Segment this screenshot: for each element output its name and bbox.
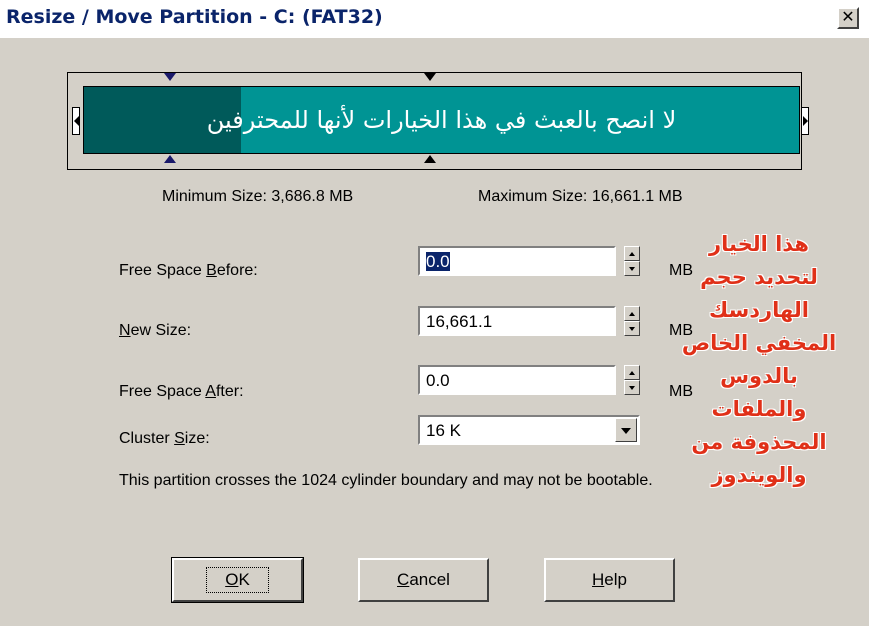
annotation-line: والويندوز: [711, 463, 807, 487]
spin-up-icon[interactable]: [624, 306, 640, 321]
annotation-line: الهاردسك: [709, 298, 809, 322]
arrow-left-icon: [74, 116, 79, 126]
cluster-size-select[interactable]: 16 K: [418, 415, 640, 445]
free-space-before-input[interactable]: 0.0: [418, 246, 616, 276]
free-space-after-label: Free Space After:: [119, 383, 244, 400]
free-space-after-value: 0.0: [426, 371, 450, 390]
annotation-line: المحذوفة من: [691, 430, 827, 454]
free-space-after-input[interactable]: 0.0: [418, 365, 616, 395]
spin-down-icon[interactable]: [624, 261, 640, 276]
annotation-line: والملفات: [711, 397, 807, 421]
boot-warning-text: This partition crosses the 1024 cylinder…: [119, 472, 653, 489]
maximum-size-label: Maximum Size:: [478, 188, 588, 205]
current-end-marker-icon[interactable]: [424, 155, 436, 163]
annotation-line: المخفي الخاص: [681, 331, 837, 355]
spin-up-icon[interactable]: [624, 365, 640, 380]
new-size-input[interactable]: 16,661.1: [418, 306, 616, 336]
help-button[interactable]: Help: [544, 558, 675, 602]
annotation-line: لتحديد حجم: [700, 265, 818, 289]
min-start-marker-icon[interactable]: [164, 73, 176, 81]
ok-button[interactable]: OK: [171, 557, 304, 603]
spin-down-icon[interactable]: [624, 380, 640, 395]
free-space-before-spinner[interactable]: [624, 246, 640, 276]
free-space-before-label: Free Space Before:: [119, 262, 258, 279]
new-size-value: 16,661.1: [426, 312, 493, 331]
maximum-size-info: Maximum Size: 16,661.1 MB: [478, 188, 683, 206]
cluster-size-value: 16 K: [426, 421, 461, 440]
red-annotation-text: هذا الخيار لتحديد حجم الهاردسك المخفي الخاص…: [655, 228, 863, 492]
min-end-marker-icon[interactable]: [164, 155, 176, 163]
spin-down-icon[interactable]: [624, 321, 640, 336]
chevron-down-icon[interactable]: [615, 418, 637, 442]
window-title: Resize / Move Partition - C: (FAT32): [6, 6, 383, 28]
annotation-line: هذا الخيار: [709, 232, 809, 256]
new-size-spinner[interactable]: [624, 306, 640, 336]
minimum-size-label: Minimum Size:: [162, 188, 267, 205]
close-button[interactable]: ✕: [837, 7, 859, 29]
spin-up-icon[interactable]: [624, 246, 640, 261]
right-resize-handle[interactable]: [801, 107, 809, 135]
current-start-marker-icon[interactable]: [424, 73, 436, 81]
free-space-before-value: 0.0: [426, 252, 450, 271]
close-icon: ✕: [841, 9, 855, 26]
free-space-after-spinner[interactable]: [624, 365, 640, 395]
maximum-size-value: 16,661.1 MB: [591, 188, 683, 205]
left-resize-handle[interactable]: [72, 107, 80, 135]
cancel-button[interactable]: Cancel: [358, 558, 489, 602]
title-bar: Resize / Move Partition - C: (FAT32) ✕: [0, 0, 869, 38]
minimum-size-value: 3,686.8 MB: [271, 188, 354, 205]
minimum-size-info: Minimum Size: 3,686.8 MB: [162, 188, 353, 206]
arrow-right-icon: [803, 116, 808, 126]
partition-bar[interactable]: لا انصح بالعبث في هذا الخيارات لأنها للم…: [83, 86, 800, 154]
annotation-line: بالدوس: [720, 364, 798, 388]
banner-annotation-text: لا انصح بالعبث في هذا الخيارات لأنها للم…: [206, 106, 677, 134]
new-size-label: New Size:: [119, 322, 192, 339]
cluster-size-label: Cluster Size:: [119, 430, 210, 447]
